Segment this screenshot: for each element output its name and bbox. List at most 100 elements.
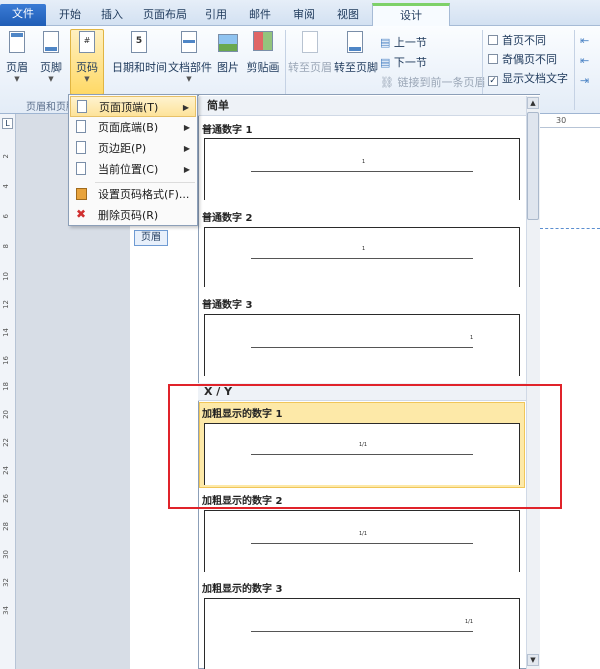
picture-icon [217, 30, 239, 56]
gallery-item-title: 普通数字 1 [202, 125, 253, 136]
tab-review[interactable]: 审阅 [290, 5, 318, 26]
ruler-mark: 18 [2, 382, 10, 391]
insert-tab-icon[interactable]: ⇥ [580, 74, 589, 87]
link-to-previous-label: 链接到前一条页眉 [397, 76, 486, 89]
gallery-item-plain-number-1[interactable]: 1 [204, 138, 520, 200]
clipart-label: 剪贴画 [246, 61, 280, 74]
scroll-down-icon[interactable]: ▼ [527, 654, 539, 666]
page-top-icon [77, 100, 87, 113]
tab-view[interactable]: 视图 [334, 5, 362, 26]
page-margin-icon [76, 141, 86, 154]
menu-item-label: 页面顶端(T) [99, 101, 159, 114]
different-first-page-label: 首页不同 [502, 34, 546, 47]
ruler-mark: 4 [2, 184, 10, 189]
menu-divider [95, 182, 195, 183]
menu-item-current-position[interactable]: 当前位置(C) ▶ [70, 159, 196, 180]
prev-section-button[interactable]: ▤ 上一节 [380, 34, 427, 50]
clipart-icon [252, 30, 274, 56]
menu-item-label: 页边距(P) [98, 142, 147, 155]
ruler-mark: 14 [2, 328, 10, 337]
ruler-mark: 20 [2, 410, 10, 419]
page-number-sample: 1/1 [359, 531, 368, 537]
group-separator [574, 30, 575, 110]
gallery-item-title: 普通数字 2 [202, 213, 253, 224]
picture-button[interactable]: 图片 [214, 30, 242, 75]
header-line [251, 258, 473, 259]
position-icon[interactable]: ⇤ [580, 34, 589, 47]
page-number-sample: 1 [470, 335, 474, 341]
ruler-mark: 22 [2, 438, 10, 447]
doc-parts-label: 文档部件 [168, 61, 212, 74]
menu-item-top-of-page[interactable]: 页面顶端(T) ▶ [70, 96, 196, 117]
goto-header-icon [299, 30, 321, 56]
doc-parts-icon [178, 30, 200, 56]
ruler-mark: 30 [2, 550, 10, 559]
submenu-arrow-icon: ▶ [182, 103, 189, 112]
tab-design[interactable]: 设计 [372, 3, 450, 27]
doc-parts-button[interactable]: 文档部件 ▼ [168, 30, 212, 83]
ruler-mark: 10 [2, 272, 10, 281]
footer-button[interactable]: 页脚 ▼ [36, 30, 66, 83]
ruler-mark: 2 [2, 154, 10, 159]
header-line [251, 543, 473, 544]
show-document-text-option[interactable]: ✓ 显示文档文字 [488, 70, 568, 86]
scroll-up-icon[interactable]: ▲ [527, 97, 539, 109]
header-icon [6, 30, 28, 56]
menu-item-remove-page-numbers[interactable]: ✖ 删除页码(R) [70, 205, 196, 226]
tab-mailings[interactable]: 邮件 [246, 5, 274, 26]
gallery-item-plain-number-2[interactable]: 1 [204, 227, 520, 287]
gallery-item-bold-number-2[interactable]: 1/1 [204, 510, 520, 572]
prev-section-label: 上一节 [393, 36, 427, 49]
tab-selector-icon[interactable]: L [2, 118, 13, 129]
position-icon[interactable]: ⇤ [580, 54, 589, 67]
next-section-icon: ▤ [380, 56, 391, 69]
tab-page-layout[interactable]: 页面布局 [138, 5, 192, 26]
menu-item-label: 页面底端(B) [98, 121, 159, 134]
show-document-text-label: 显示文档文字 [502, 72, 568, 85]
tab-home[interactable]: 开始 [54, 5, 86, 26]
dropdown-arrow-icon: ▼ [48, 75, 54, 83]
link-icon: ⛓ [380, 76, 394, 89]
goto-header-button[interactable]: 转至页眉 [288, 30, 332, 75]
checkbox-icon [488, 54, 498, 64]
picture-label: 图片 [217, 61, 239, 74]
different-first-page-option[interactable]: 首页不同 [488, 32, 546, 48]
tab-references[interactable]: 引用 [202, 5, 230, 26]
page-number-button[interactable]: # 页码 ▼ [70, 29, 104, 95]
annotation-highlight-box [168, 384, 562, 509]
gallery-item-title: 普通数字 3 [202, 300, 253, 311]
goto-footer-icon [344, 30, 366, 56]
menu-item-page-margins[interactable]: 页边距(P) ▶ [70, 138, 196, 159]
menu-item-format-page-numbers[interactable]: 设置页码格式(F)... [70, 184, 196, 205]
ruler-mark: 24 [2, 466, 10, 475]
gallery-item-plain-number-3[interactable]: 1 [204, 314, 520, 376]
menu-item-bottom-of-page[interactable]: 页面底端(B) ▶ [70, 117, 196, 138]
next-section-button[interactable]: ▤ 下一节 [380, 54, 427, 70]
goto-footer-button[interactable]: 转至页脚 [334, 30, 378, 75]
scrollbar-thumb[interactable] [527, 112, 539, 220]
ruler-mark: 26 [2, 494, 10, 503]
menu-item-label: 删除页码(R) [98, 209, 159, 222]
format-page-number-icon [76, 188, 87, 200]
header-boundary-line [540, 228, 600, 229]
gallery-item-bold-number-3[interactable]: 1/1 [204, 598, 520, 669]
clipart-button[interactable]: 剪贴画 [246, 30, 280, 75]
tab-insert[interactable]: 插入 [98, 5, 126, 26]
header-line [251, 631, 473, 632]
ruler-mark: 28 [2, 522, 10, 531]
different-odd-even-option[interactable]: 奇偶页不同 [488, 51, 557, 67]
header-line [251, 347, 473, 348]
page-number-sample: 1/1 [465, 619, 474, 625]
date-time-button[interactable]: 5 日期和时间 [112, 30, 167, 75]
date-time-label: 日期和时间 [112, 61, 167, 74]
link-to-previous-button[interactable]: ⛓ 链接到前一条页眉 [380, 74, 485, 90]
ruler-mark: 16 [2, 356, 10, 365]
tab-file[interactable]: 文件 [0, 4, 46, 26]
page-number-menu: 页面顶端(T) ▶ 页面底端(B) ▶ 页边距(P) ▶ 当前位置(C) ▶ 设… [68, 94, 198, 226]
prev-section-icon: ▤ [380, 36, 391, 49]
submenu-arrow-icon: ▶ [183, 144, 190, 153]
header-button[interactable]: 页眉 ▼ [2, 30, 32, 83]
dropdown-arrow-icon: ▼ [84, 75, 90, 83]
dropdown-arrow-icon: ▼ [186, 75, 192, 83]
menu-item-label: 设置页码格式(F)... [98, 188, 190, 201]
